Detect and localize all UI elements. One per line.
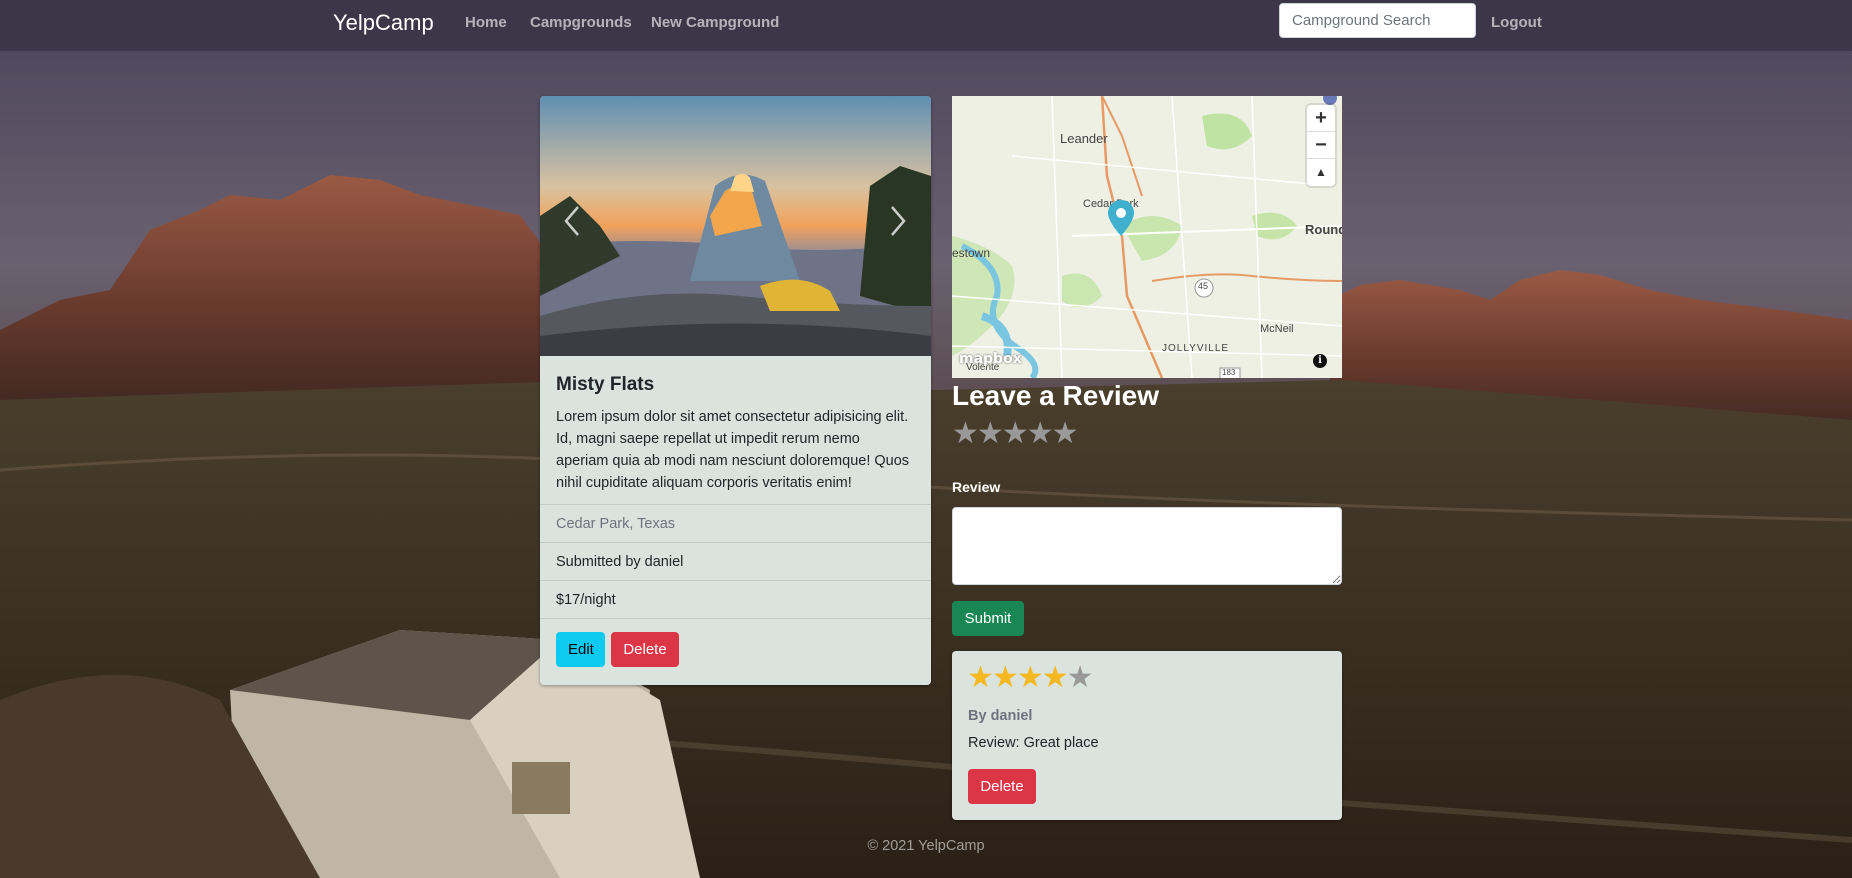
- review-card: ★★★★★ By daniel Review: Great place Dele…: [952, 651, 1342, 820]
- review-text: Review: Great place: [968, 735, 1099, 751]
- campground-card: Misty Flats Lorem ipsum dolor sit amet c…: [540, 96, 931, 685]
- nav-link-home[interactable]: Home: [465, 14, 507, 31]
- chevron-right-icon: [891, 206, 906, 236]
- leave-review-heading: Leave a Review: [952, 380, 1160, 411]
- submit-review-button[interactable]: Submit: [952, 601, 1024, 636]
- navbar: YelpCamp Home Campgrounds New Campground…: [0, 0, 1852, 51]
- map-label-mcneil: McNeil: [1260, 323, 1294, 335]
- carousel-next-button[interactable]: [882, 201, 912, 241]
- filled-star-icon: ★: [1016, 661, 1044, 694]
- review-rating: ★★★★★: [967, 661, 1094, 694]
- campground-price: $17/night: [540, 580, 931, 618]
- campground-author: Submitted by daniel: [540, 542, 931, 580]
- campground-search-input[interactable]: [1279, 3, 1476, 38]
- zoom-in-button[interactable]: +: [1307, 105, 1335, 132]
- star-4-icon[interactable]: ★: [1027, 419, 1054, 449]
- chevron-left-icon: [564, 206, 579, 236]
- review-textarea[interactable]: [952, 507, 1342, 585]
- compass-icon[interactable]: ▲: [1307, 159, 1335, 186]
- campground-card-body: Misty Flats Lorem ipsum dolor sit amet c…: [540, 356, 931, 494]
- image-carousel[interactable]: [540, 96, 931, 356]
- map-marker-icon[interactable]: [1108, 200, 1134, 236]
- filled-star-icon: ★: [967, 661, 994, 694]
- campground-card-footer: Edit Delete: [540, 618, 931, 685]
- delete-review-button[interactable]: Delete: [968, 769, 1036, 804]
- campground-location: Cedar Park, Texas: [540, 504, 931, 542]
- map-navigation-controls: + − ▲: [1307, 105, 1335, 186]
- map-label-route-45: 45: [1198, 281, 1209, 291]
- edit-campground-button[interactable]: Edit: [556, 632, 605, 667]
- map-label-route-183: 183: [1222, 368, 1236, 377]
- map-label-jamestown: estown: [952, 246, 991, 260]
- campground-title: Misty Flats: [556, 374, 655, 395]
- map-tiles: [952, 96, 1342, 378]
- review-author: By daniel: [968, 708, 1033, 724]
- zoom-out-button[interactable]: −: [1307, 132, 1335, 159]
- star-5-icon[interactable]: ★: [1052, 419, 1079, 449]
- info-icon[interactable]: i: [1313, 354, 1327, 368]
- campground-map[interactable]: Leander Cedar Park Round estown McNeil J…: [952, 96, 1342, 378]
- star-3-icon[interactable]: ★: [1002, 419, 1029, 449]
- nav-link-campgrounds[interactable]: Campgrounds: [530, 14, 632, 31]
- filled-star-icon: ★: [991, 661, 1019, 694]
- mapbox-logo[interactable]: mapbox: [959, 351, 1022, 367]
- star-2-icon[interactable]: ★: [977, 419, 1004, 449]
- map-label-round-rock: Round: [1305, 222, 1342, 237]
- empty-star-icon: ★: [1066, 661, 1094, 694]
- delete-campground-button[interactable]: Delete: [611, 632, 679, 667]
- filled-star-icon: ★: [1041, 661, 1069, 694]
- campground-photo: [540, 96, 931, 356]
- map-label-jollyville: JOLLYVILLE: [1162, 343, 1230, 354]
- brand-logo[interactable]: YelpCamp: [333, 10, 434, 36]
- campground-description: Lorem ipsum dolor sit amet consectetur a…: [556, 409, 910, 491]
- carousel-prev-button[interactable]: [558, 201, 588, 241]
- review-label: Review: [952, 479, 1001, 495]
- star-1-icon[interactable]: ★: [952, 419, 979, 449]
- footer-copyright: © 2021 YelpCamp: [867, 838, 985, 854]
- nav-link-logout[interactable]: Logout: [1491, 14, 1542, 31]
- map-label-leander: Leander: [1060, 131, 1108, 146]
- star-rating-input[interactable]: ★★★★★: [952, 419, 1079, 449]
- nav-link-new-campground[interactable]: New Campground: [651, 14, 779, 31]
